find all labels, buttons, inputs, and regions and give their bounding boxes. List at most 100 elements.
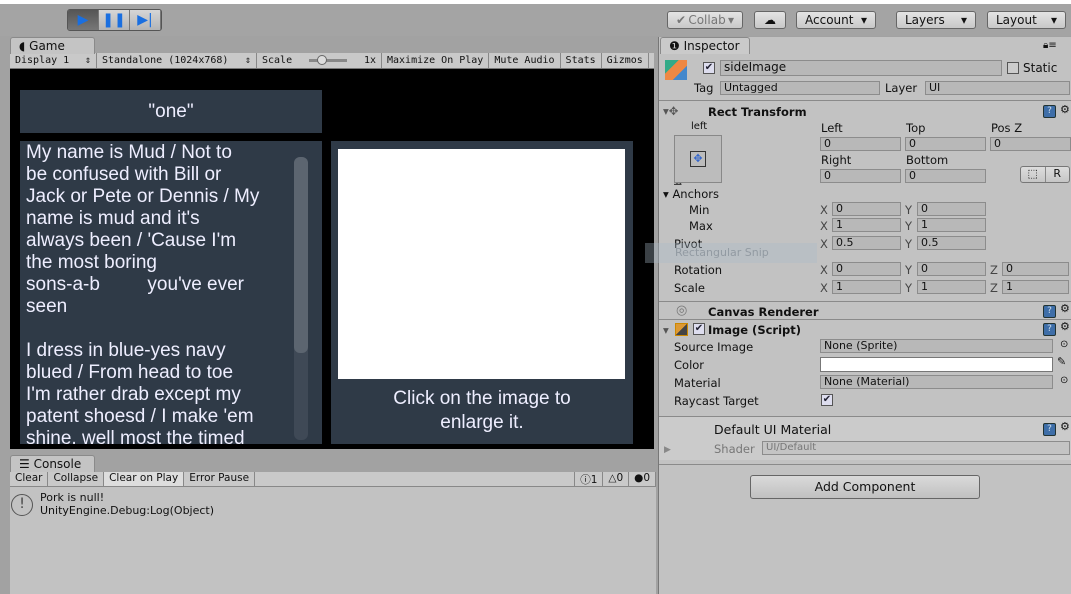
layer-dropdown[interactable]: UI <box>925 81 1070 95</box>
display-dropdown[interactable]: Display 1 ⇕ <box>10 53 97 68</box>
source-image-field[interactable]: None (Sprite) <box>820 339 1053 353</box>
layout-dropdown[interactable]: Layout ▾ <box>987 11 1066 29</box>
min-y-field[interactable]: 0 <box>917 202 986 216</box>
help-icon[interactable]: ? <box>1043 323 1056 336</box>
help-icon[interactable]: ? <box>1043 423 1056 436</box>
material-field[interactable]: None (Material) <box>820 375 1053 389</box>
object-picker-icon[interactable]: ⊙ <box>1060 339 1068 350</box>
color-field[interactable] <box>820 357 1053 372</box>
raycast-target-checkbox[interactable]: ✔ <box>821 394 833 406</box>
tab-console[interactable]: ☰ Console <box>10 455 95 472</box>
mute-audio-toggle[interactable]: Mute Audio <box>489 53 561 68</box>
foldout-icon[interactable]: ▾ <box>663 323 669 337</box>
dropdown-icon: ▾ <box>1050 13 1057 27</box>
rect-transform-header[interactable]: Rect Transform <box>708 105 807 119</box>
gear-icon[interactable]: ⚙ <box>1060 103 1070 116</box>
anchors-foldout[interactable]: ▾ Anchors <box>663 187 719 201</box>
scale-x-field[interactable]: 1 <box>832 280 901 294</box>
pos-z-field[interactable]: 0 <box>990 137 1071 151</box>
scrollbar-thumb[interactable] <box>294 157 308 353</box>
rot-x-field[interactable]: 0 <box>832 262 901 276</box>
shader-dropdown[interactable]: UI/Default <box>762 441 1070 455</box>
account-button[interactable]: Account ▾ <box>796 11 876 29</box>
left-field[interactable]: 0 <box>820 137 901 151</box>
clear-button[interactable]: Clear <box>10 472 49 486</box>
x-axis-label: X <box>820 203 828 217</box>
max-x-field[interactable]: 1 <box>832 218 901 232</box>
static-checkbox[interactable] <box>1007 62 1019 74</box>
help-icon[interactable]: ? <box>1043 305 1056 318</box>
scale-y-field[interactable]: 1 <box>917 280 986 294</box>
rot-z-field[interactable]: 0 <box>1002 262 1069 276</box>
anchor-preset-button[interactable]: ✥ <box>674 135 722 183</box>
y-axis-label: Y <box>905 203 913 217</box>
error-filter[interactable]: ●0 <box>629 472 656 486</box>
z-axis-label: Z <box>990 263 998 277</box>
side-image[interactable] <box>338 149 625 379</box>
clear-on-play-toggle[interactable]: Clear on Play <box>104 472 185 486</box>
maximize-on-play-toggle[interactable]: Maximize On Play <box>382 53 490 68</box>
image-component-icon <box>675 323 688 336</box>
lock-icon[interactable]: 🔒︎≡ <box>1043 40 1057 51</box>
layers-dropdown[interactable]: Layers ▾ <box>896 11 976 29</box>
eyedropper-icon[interactable]: ✎ <box>1057 355 1066 368</box>
static-label: Static <box>1023 61 1058 75</box>
object-picker-icon[interactable]: ⊙ <box>1060 375 1068 386</box>
stats-toggle[interactable]: Stats <box>561 53 602 68</box>
collapse-toggle[interactable]: Collapse <box>48 472 105 486</box>
collab-button[interactable]: ✔ Collab ▾ <box>667 11 743 29</box>
pause-button[interactable]: ❚❚ <box>99 10 130 30</box>
pivot-x-field[interactable]: 0.5 <box>832 236 901 250</box>
poem-scrollbar[interactable] <box>294 157 308 440</box>
error-pause-toggle[interactable]: Error Pause <box>184 472 256 486</box>
poem-text-panel[interactable]: My name is Mud / Not to be confused with … <box>20 141 322 444</box>
blueprint-mode-button[interactable]: ⬚ <box>1021 167 1046 182</box>
resolution-dropdown[interactable]: Standalone (1024x768) ⇕ <box>97 53 257 68</box>
canvas-renderer-header[interactable]: Canvas Renderer <box>708 305 819 319</box>
image-script-header[interactable]: Image (Script) <box>708 323 801 337</box>
gizmos-dropdown[interactable]: Gizmos <box>602 53 649 68</box>
add-component-button[interactable]: Add Component <box>750 475 980 499</box>
updown-icon: ⇕ <box>244 55 251 66</box>
top-field[interactable]: 0 <box>905 137 986 151</box>
max-label: Max <box>689 219 713 233</box>
active-checkbox[interactable]: ✔ <box>703 62 715 74</box>
rot-y-field[interactable]: 0 <box>917 262 986 276</box>
gear-icon[interactable]: ⚙ <box>1060 320 1070 333</box>
help-icon[interactable]: ? <box>1043 105 1056 118</box>
max-y-field[interactable]: 1 <box>917 218 986 232</box>
raw-edit-button[interactable]: R <box>1046 167 1070 182</box>
cloud-button[interactable]: ☁ <box>754 11 786 29</box>
bottom-field[interactable]: 0 <box>905 169 986 183</box>
pause-icon: ❚❚ <box>102 12 126 28</box>
z-axis-label: Z <box>990 281 998 295</box>
poem-line: shine, well most the timed <box>26 428 245 444</box>
poem-line: blued / From head to toe <box>26 362 234 383</box>
gear-icon[interactable]: ⚙ <box>1060 302 1070 315</box>
dropdown-icon: ▾ <box>860 13 867 27</box>
pivot-y-field[interactable]: 0.5 <box>917 236 986 250</box>
right-label: Right <box>821 153 852 167</box>
slider-track[interactable] <box>309 55 348 65</box>
tab-game[interactable]: ◖ Game <box>10 37 95 54</box>
scale-z-field[interactable]: 1 <box>1002 280 1069 294</box>
min-x-field[interactable]: 0 <box>832 202 901 216</box>
gear-icon[interactable]: ⚙ <box>1060 420 1070 433</box>
step-button[interactable]: ▶| <box>130 10 161 30</box>
image-enabled-checkbox[interactable]: ✔ <box>693 323 705 335</box>
tag-dropdown[interactable]: Untagged <box>720 81 880 95</box>
scale-slider[interactable]: Scale 1x <box>257 53 382 68</box>
object-name-input[interactable]: sideImage <box>720 60 1002 76</box>
tab-inspector[interactable]: ❶ Inspector <box>660 37 750 54</box>
info-filter[interactable]: ⓘ1 <box>574 472 604 486</box>
right-field[interactable]: 0 <box>820 169 901 183</box>
anchor-preset-label: left <box>691 121 708 132</box>
default-material-title: Default UI Material <box>714 422 832 437</box>
warning-filter[interactable]: △0 <box>603 472 630 486</box>
play-button[interactable]: ▶ <box>68 10 99 30</box>
foldout-icon[interactable]: ▶ <box>664 445 671 455</box>
rect-transform-icon[interactable]: ▾✥ <box>663 104 678 118</box>
check-icon: ✔ <box>676 13 687 27</box>
left-label: Left <box>821 121 843 135</box>
log-entry[interactable]: Pork is null! UnityEngine.Debug:Log(Objec… <box>40 491 214 517</box>
